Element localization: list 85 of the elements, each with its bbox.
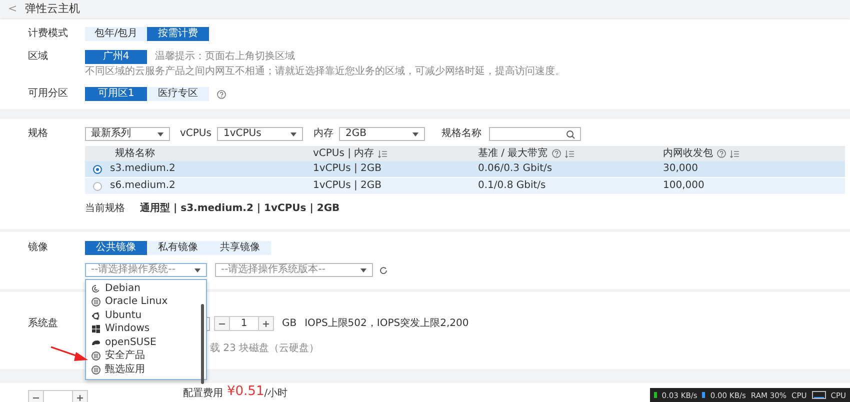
image-tab[interactable]: 私有镜像 [147, 241, 209, 255]
table-cell: s3.medium.2 [110, 163, 176, 175]
caret-icon [412, 132, 420, 136]
search-icon [566, 130, 576, 138]
dropdown-option[interactable]: 安全产品 [86, 350, 206, 363]
zone-option[interactable]: 可用区1 [85, 87, 147, 101]
dropdown-option[interactable]: openSUSE [86, 336, 206, 350]
column-header: 内网收发包 [663, 148, 713, 160]
table-cell: 0.1/0.8 Gbit/s [478, 180, 546, 192]
field-label: 镜像 [27, 242, 49, 254]
table-cell: 30,000 [663, 163, 698, 175]
caret-icon [360, 268, 367, 272]
filter-label: 内存 [313, 128, 334, 140]
dropdown-option[interactable]: Oracle Linux [86, 296, 206, 309]
os-select[interactable]: --请选择操作系统-- [85, 263, 207, 277]
caret-icon [194, 268, 201, 272]
current-spec-label: 当前规格 [85, 203, 126, 215]
decrement-button[interactable] [215, 317, 229, 330]
page-title: 弹性云主机 [25, 2, 80, 16]
filter-select[interactable]: 1vCPUs [217, 127, 304, 141]
upload-icon [654, 392, 657, 398]
column-header: vCPUs | 内存 [313, 148, 374, 160]
column-header: 规格名称 [115, 148, 155, 160]
sort-icon [730, 150, 739, 158]
region-option[interactable]: 广州4 [85, 50, 147, 64]
filter-label: vCPUs [180, 128, 212, 140]
version-select[interactable]: --请选择操作系统版本-- [215, 263, 373, 277]
refresh-icon [379, 266, 388, 274]
ring-icon [91, 310, 101, 321]
increment-button[interactable] [73, 391, 87, 402]
column-header: 基准 / 最大带宽 [478, 148, 548, 160]
globe-icon [91, 297, 101, 308]
search-label: 规格名称 [441, 128, 482, 140]
cpu-graph-icon [812, 391, 826, 399]
dropdown-option[interactable]: Ubuntu [86, 309, 206, 322]
zone-option[interactable]: 医疗专区 [147, 87, 209, 101]
billing-option[interactable]: 按需计费 [147, 27, 209, 41]
plus-icon [76, 394, 84, 402]
table-cell: 1vCPUs | 2GB [313, 180, 382, 192]
plus-icon [262, 320, 270, 328]
dropdown-option[interactable]: 甄选应用 [86, 363, 206, 376]
search-field[interactable] [489, 127, 582, 141]
help-icon [217, 90, 226, 98]
field-label: 区域 [27, 51, 49, 63]
decrement-button[interactable] [29, 391, 43, 402]
field-label: 计费模式 [27, 28, 69, 40]
download-icon [702, 392, 706, 398]
annotation-arrow [50, 345, 90, 363]
disk-unit: GB [282, 318, 297, 330]
field-label: 系统盘 [27, 318, 59, 330]
disk-note: 载 23 块磁盘（云硬盘） [210, 343, 320, 355]
region-note: 不同区域的云服务产品之间内网互不相通；请就近选择靠近您业务的区域，可减少网络时延，提高访问速度。 [85, 66, 566, 78]
sort-icon [378, 150, 388, 158]
caret-icon [290, 132, 298, 136]
filter-select[interactable]: 最新系列 [85, 127, 170, 141]
radio-button[interactable] [93, 182, 102, 190]
price-value: ¥0.51 [227, 384, 264, 400]
radio-button[interactable] [93, 164, 102, 174]
billing-option[interactable]: 包年/包月 [85, 27, 147, 41]
windows-icon [91, 324, 101, 334]
price-unit: /小时 [264, 388, 288, 400]
help-icon [552, 149, 561, 158]
scrollbar-thumb[interactable] [201, 304, 204, 384]
caret-icon [157, 132, 164, 136]
sort-icon [564, 150, 574, 158]
filter-select[interactable]: 2GB [339, 127, 426, 141]
increment-button[interactable] [259, 317, 273, 330]
field-label: 规格 [27, 128, 49, 140]
price-label: 配置费用 [183, 388, 223, 400]
table-cell: s6.medium.2 [110, 180, 176, 192]
current-spec-value: 通用型 | s3.medium.2 | 1vCPUs | 2GB [140, 203, 340, 215]
dropdown-option[interactable]: Debian [86, 282, 206, 296]
help-icon [717, 149, 726, 158]
table-cell: 0.06/0.3 Gbit/s [478, 163, 552, 175]
image-tab[interactable]: 共享镜像 [209, 241, 271, 255]
iops-info: IOPS上限502，IOPS突发上限2,200 [304, 318, 469, 330]
region-tip: 温馨提示：页面右上角切换区域 [155, 51, 295, 63]
image-tab[interactable]: 公共镜像 [85, 241, 147, 255]
field-label: 可用分区 [27, 88, 69, 100]
table-cell: 100,000 [663, 180, 704, 192]
swirl-icon [91, 284, 101, 294]
table-cell: 1vCPUs | 2GB [313, 163, 382, 175]
dropdown-option[interactable]: Windows [86, 322, 206, 336]
globe-icon [91, 364, 101, 375]
globe-icon [91, 351, 101, 362]
